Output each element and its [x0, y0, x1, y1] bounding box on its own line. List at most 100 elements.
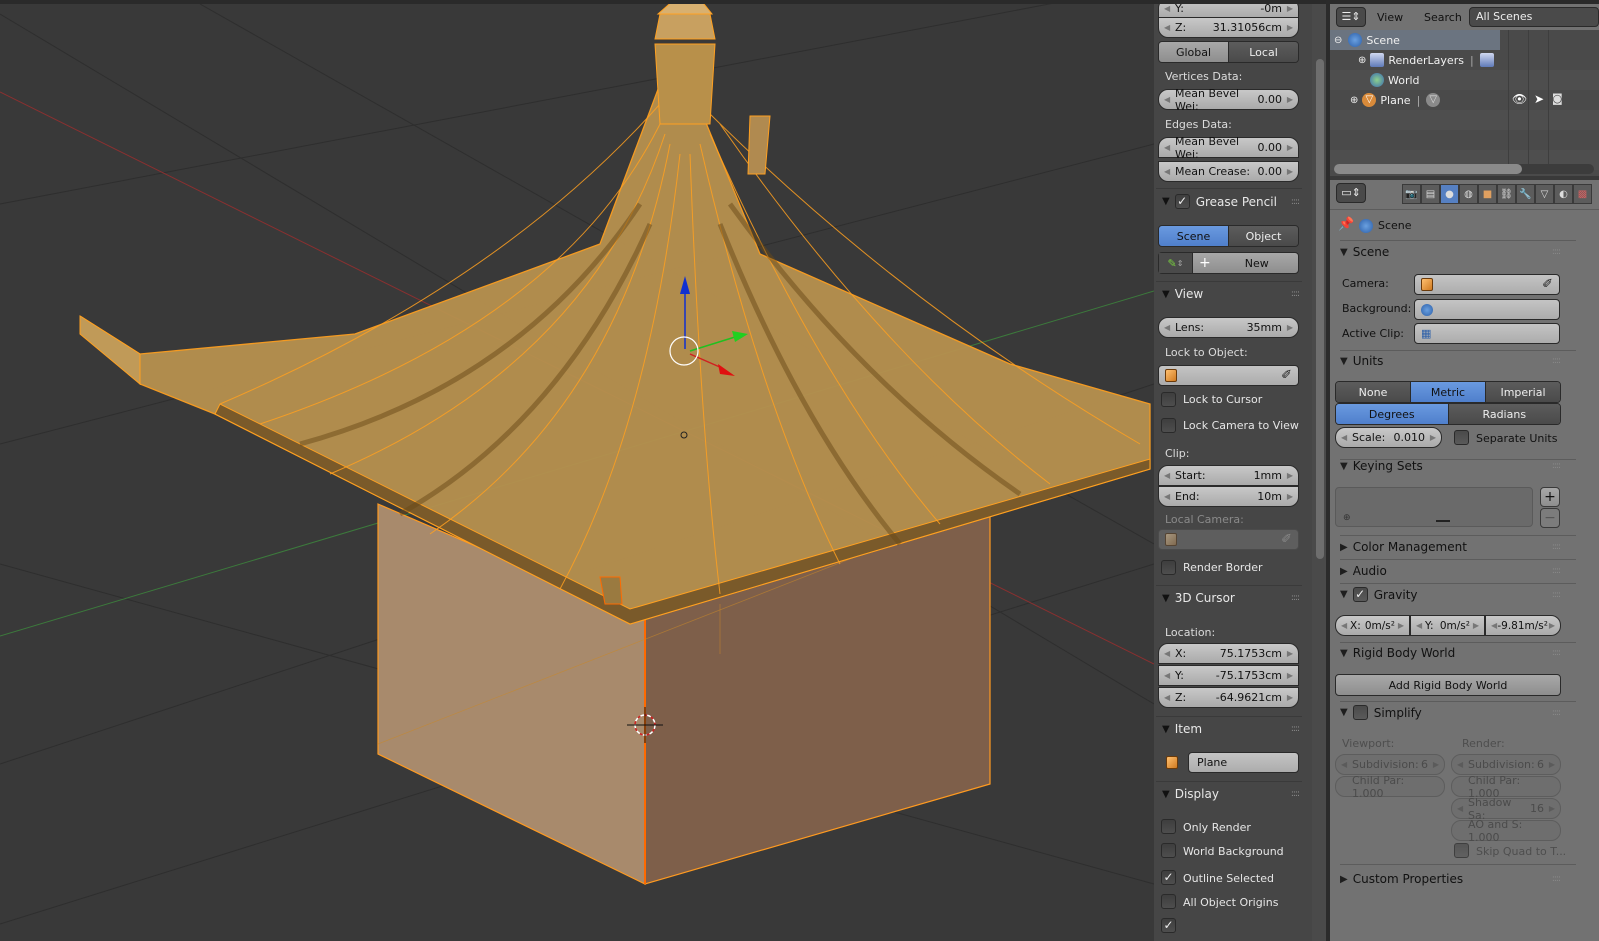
rigid-body-world-panel-header[interactable]: ▼ Rigid Body World :::: — [1340, 646, 1561, 660]
custom-properties-panel-header[interactable]: ▶ Custom Properties :::: — [1340, 872, 1561, 886]
edge-mean-bevel-field[interactable]: ◀ Mean Bevel Wei: 0.00 ▶ — [1158, 135, 1299, 161]
collapse-icon[interactable]: ⊖ — [1334, 35, 1342, 46]
mesh-data-icon[interactable]: ▽ — [1426, 93, 1441, 107]
outliner-hscrollbar[interactable] — [1334, 164, 1594, 174]
lock-to-cursor-checkbox[interactable] — [1161, 392, 1176, 407]
mean-crease-field[interactable]: ◀ Mean Crease: 0.00 ▶ — [1158, 161, 1299, 182]
outline-selected-checkbox[interactable]: ✓ — [1161, 870, 1176, 885]
outliner-item-plane[interactable]: ⊕ ▽ Plane | ▽ — [1350, 93, 1444, 107]
add-keying-set-button[interactable]: + — [1540, 487, 1560, 507]
transform-z-field[interactable]: ◀ Z: 31.31056cm ▶ — [1158, 17, 1299, 38]
scene-tab-icon[interactable]: ● — [1440, 184, 1459, 204]
cursor-z-field[interactable]: ◀ Z: -64.9621cm ▶ — [1158, 687, 1299, 708]
skip-quad-checkbox[interactable] — [1454, 843, 1469, 858]
unit-system-toggle[interactable]: None Metric Imperial — [1335, 381, 1561, 403]
view-menu[interactable]: View — [1377, 11, 1403, 24]
outliner-item-world[interactable]: World — [1370, 73, 1420, 87]
drag-grip-icon[interactable]: :::: — [1291, 289, 1300, 299]
modifiers-tab-icon[interactable]: 🔧 — [1516, 184, 1535, 204]
lock-to-object-field[interactable]: ✐ — [1158, 365, 1299, 386]
expand-icon[interactable]: ⊕ — [1358, 55, 1366, 66]
constraints-tab-icon[interactable]: ⛓ — [1497, 184, 1516, 204]
selectability-cursor-icon[interactable]: ➤ — [1534, 92, 1544, 106]
gravity-checkbox[interactable]: ✓ — [1352, 587, 1368, 602]
drag-grip-icon[interactable]: :::: — [1552, 247, 1561, 257]
grease-pencil-source-toggle[interactable]: Scene Object — [1158, 225, 1299, 247]
local-option[interactable]: Local — [1229, 42, 1298, 62]
rotation-units-toggle[interactable]: Degrees Radians — [1335, 403, 1561, 425]
render-child-particles-field[interactable]: Child Par: 1.000 — [1451, 774, 1561, 800]
unit-none-option[interactable]: None — [1336, 382, 1411, 402]
outliner-item-renderlayers[interactable]: ⊕ RenderLayers | — [1358, 53, 1498, 67]
grease-pencil-panel-header[interactable]: ▼ ✓ Grease Pencil :::: — [1162, 194, 1300, 209]
keying-sets-panel-header[interactable]: ▼ Keying Sets :::: — [1340, 459, 1561, 473]
render-border-checkbox[interactable] — [1161, 560, 1176, 575]
scrollbar-thumb[interactable] — [1316, 59, 1324, 559]
item-panel-header[interactable]: ▼ Item :::: — [1162, 722, 1300, 736]
display-mode-dropdown[interactable]: All Scenes — [1469, 7, 1599, 27]
world-tab-icon[interactable]: ◍ — [1459, 184, 1478, 204]
clip-end-field[interactable]: ◀ End: 10m ▶ — [1158, 486, 1299, 507]
eyedropper-icon[interactable]: ✐ — [1542, 277, 1553, 292]
local-camera-field[interactable]: ✐ — [1158, 529, 1299, 550]
list-resize-handle[interactable] — [1436, 520, 1450, 522]
cursor-x-field[interactable]: ◀ X: 75.1753cm ▶ — [1158, 643, 1299, 664]
3d-viewport[interactable] — [0, 4, 1154, 941]
search-menu[interactable]: Search — [1424, 11, 1462, 24]
drag-grip-icon[interactable]: :::: — [1552, 648, 1561, 658]
gravity-x-field[interactable]: ◀ X: 0m/s² ▶ — [1335, 615, 1410, 636]
vertex-mean-bevel-field[interactable]: ◀ Mean Bevel Wei: 0.00 ▶ — [1158, 87, 1299, 113]
editor-type-menu[interactable]: ☰⇕ — [1336, 7, 1366, 27]
grease-pencil-checkbox[interactable]: ✓ — [1174, 194, 1190, 209]
drag-grip-icon[interactable]: :::: — [1552, 566, 1561, 576]
eyedropper-icon[interactable]: ✐ — [1281, 368, 1292, 383]
grease-pencil-new-button[interactable]: ✎ ⇕ + New — [1158, 252, 1299, 274]
renderlayer-icon[interactable] — [1479, 53, 1494, 67]
clip-start-field[interactable]: ◀ Start: 1mm ▶ — [1158, 465, 1299, 486]
renderability-camera-icon[interactable]: ◙ — [1552, 92, 1563, 105]
viewport-subdivision-field[interactable]: ◀ Subdivision: 6 ▶ — [1335, 754, 1445, 775]
audio-panel-header[interactable]: ▶ Audio :::: — [1340, 564, 1561, 578]
units-panel-header[interactable]: ▼ Units :::: — [1340, 354, 1561, 368]
object-tab-icon[interactable]: ■ — [1478, 184, 1497, 204]
drag-grip-icon[interactable]: :::: — [1552, 356, 1561, 366]
add-rigid-body-world-button[interactable]: Add Rigid Body World — [1335, 674, 1561, 696]
gravity-panel-header[interactable]: ▼ ✓ Gravity :::: — [1340, 587, 1561, 602]
radians-option[interactable]: Radians — [1448, 404, 1560, 424]
pencil-icon[interactable]: ✎ ⇕ — [1159, 253, 1193, 273]
lens-field[interactable]: ◀ Lens: 35mm ▶ — [1158, 317, 1299, 338]
render-tab-icon[interactable]: 📷 — [1402, 184, 1421, 204]
drag-grip-icon[interactable]: :::: — [1291, 197, 1300, 207]
mesh-data-tab-icon[interactable]: ▽ — [1535, 184, 1554, 204]
drag-grip-icon[interactable]: :::: — [1552, 542, 1561, 552]
separate-units-checkbox[interactable] — [1454, 430, 1469, 445]
simplify-panel-header[interactable]: ▼ Simplify :::: — [1340, 705, 1561, 720]
scrollbar-thumb[interactable] — [1334, 164, 1522, 174]
world-background-checkbox[interactable] — [1161, 843, 1176, 858]
scene-option[interactable]: Scene — [1159, 226, 1229, 246]
gravity-z-field[interactable]: ◀ -9.81m/s² ▶ — [1485, 615, 1561, 636]
next-option-checkbox[interactable]: ✓ — [1161, 918, 1176, 933]
transform-space-toggle[interactable]: Global Local — [1158, 41, 1299, 63]
unit-scale-field[interactable]: ◀ Scale: 0.010 ▶ — [1335, 427, 1442, 448]
gravity-y-field[interactable]: ◀ Y: 0m/s² ▶ — [1410, 615, 1485, 636]
global-option[interactable]: Global — [1159, 42, 1229, 62]
unit-metric-option[interactable]: Metric — [1411, 382, 1486, 402]
item-name-field[interactable]: Plane — [1188, 752, 1299, 773]
background-scene-field[interactable] — [1414, 299, 1560, 320]
camera-field[interactable]: ✐ — [1414, 274, 1560, 295]
drag-grip-icon[interactable]: :::: — [1291, 724, 1300, 734]
scene-panel-header[interactable]: ▼ Scene :::: — [1340, 245, 1561, 259]
3d-cursor-panel-header[interactable]: ▼ 3D Cursor :::: — [1162, 591, 1300, 605]
eyedropper-icon[interactable]: ✐ — [1281, 532, 1292, 547]
visibility-eye-icon[interactable]: 👁 — [1512, 92, 1527, 106]
view-panel-header[interactable]: ▼ View :::: — [1162, 287, 1300, 301]
display-panel-header[interactable]: ▼ Display :::: — [1162, 787, 1300, 801]
texture-tab-icon[interactable]: ▩ — [1573, 184, 1592, 204]
viewport-child-particles-field[interactable]: Child Par: 1.000 — [1335, 774, 1445, 800]
render-subdivision-field[interactable]: ◀ Subdivision: 6 ▶ — [1451, 754, 1561, 775]
keying-sets-list[interactable]: ⊕ — [1335, 487, 1533, 527]
material-tab-icon[interactable]: ◐ — [1554, 184, 1573, 204]
all-object-origins-checkbox[interactable] — [1161, 894, 1176, 909]
lock-camera-to-view-checkbox[interactable] — [1161, 418, 1176, 433]
